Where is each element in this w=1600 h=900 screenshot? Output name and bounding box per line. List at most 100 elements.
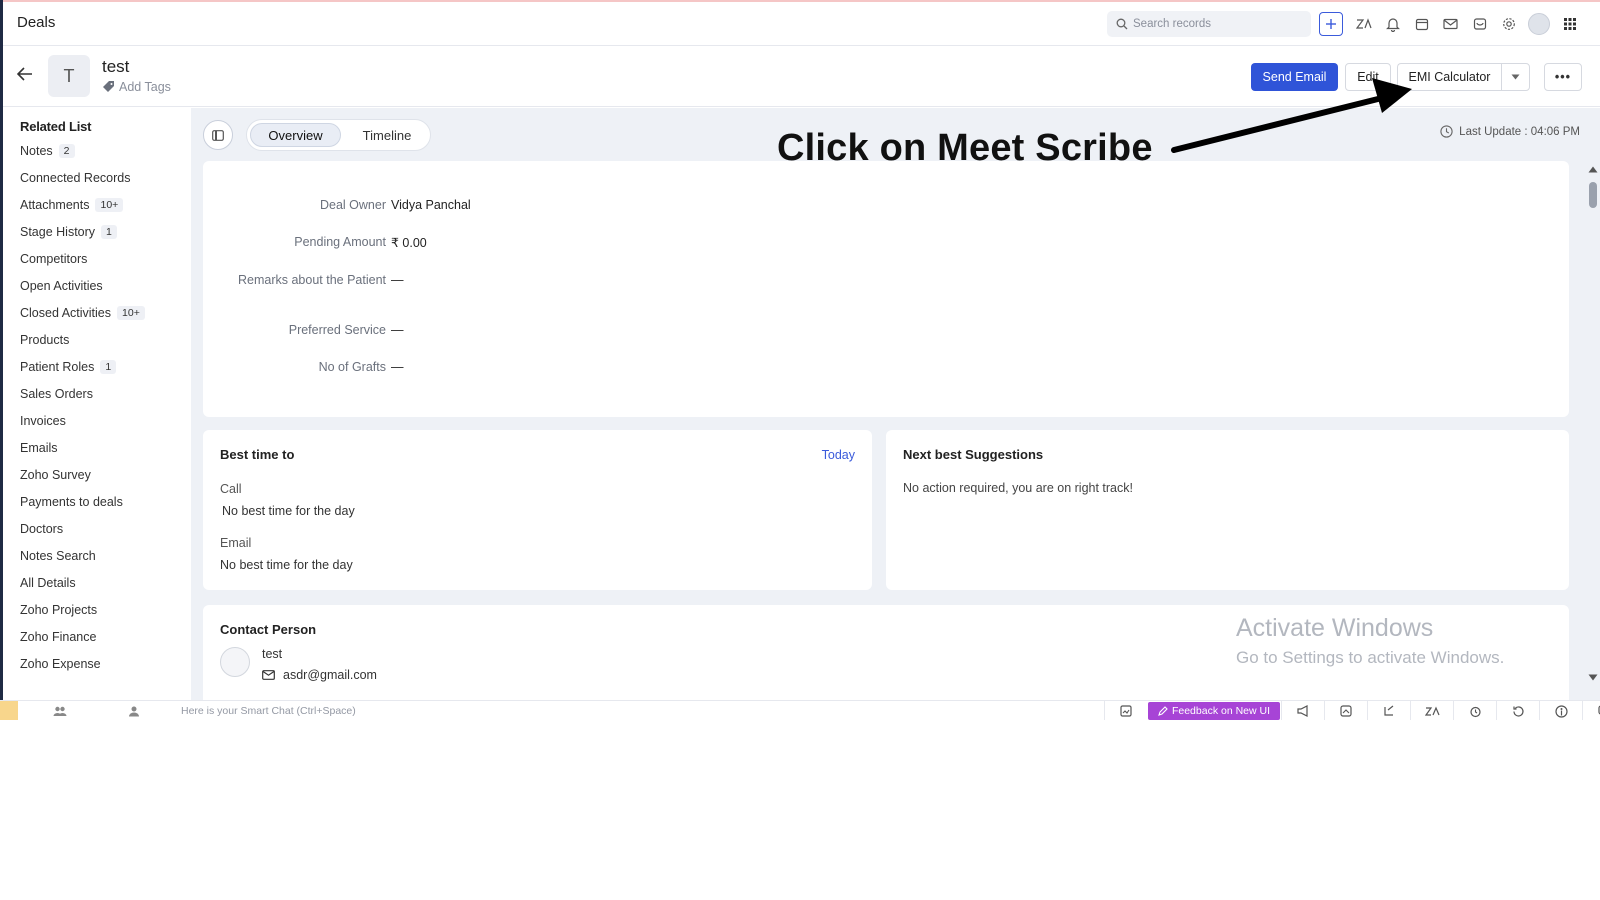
record-avatar: T bbox=[48, 55, 90, 97]
sidebar-item-attachments[interactable]: Attachments 10+ bbox=[20, 196, 124, 214]
accessibility-icon[interactable] bbox=[1539, 701, 1582, 720]
convert-icon[interactable] bbox=[1367, 701, 1410, 720]
sidebar-item-notes[interactable]: Notes 2 bbox=[20, 142, 75, 160]
next-best-title: Next best Suggestions bbox=[903, 447, 1044, 462]
contact-icon[interactable] bbox=[128, 704, 140, 720]
last-update-text: Last Update : 04:06 PM bbox=[1459, 125, 1580, 138]
tab-overview[interactable]: Overview bbox=[250, 123, 341, 147]
mail-icon bbox=[262, 670, 275, 680]
bell-icon[interactable] bbox=[1378, 12, 1407, 36]
sidebar-item-sales-orders[interactable]: Sales Orders bbox=[20, 385, 93, 403]
activate-windows-title: Activate Windows bbox=[1236, 614, 1434, 642]
sidebar-item-stage-history[interactable]: Stage History 1 bbox=[20, 223, 117, 241]
record-header: T test Add Tags Send Email Edit EMI Calc… bbox=[3, 47, 1600, 107]
sidebar-item-label: Sales Orders bbox=[20, 387, 93, 401]
contact-email[interactable]: asdr@gmail.com bbox=[283, 668, 377, 682]
call-value: No best time for the day bbox=[222, 504, 355, 518]
sidebar-item-label: Notes bbox=[20, 144, 53, 158]
sidebar-item-notes-search[interactable]: Notes Search bbox=[20, 547, 96, 565]
module-title: Deals bbox=[17, 14, 56, 31]
gear-icon[interactable] bbox=[1494, 12, 1523, 36]
search-icon bbox=[1116, 18, 1128, 30]
sidebar-item-products[interactable]: Products bbox=[20, 331, 69, 349]
history-icon[interactable] bbox=[1496, 701, 1539, 720]
contact-name[interactable]: test bbox=[262, 647, 282, 661]
sidebar-item-payments-to-deals[interactable]: Payments to deals bbox=[20, 493, 123, 511]
zia-icon[interactable] bbox=[1410, 701, 1453, 720]
sidebar-item-patient-roles[interactable]: Patient Roles 1 bbox=[20, 358, 117, 376]
field-value-pending-amount[interactable]: ₹ 0.00 bbox=[391, 235, 427, 250]
smart-chat-input[interactable]: Here is your Smart Chat (Ctrl+Space) bbox=[181, 705, 356, 717]
user-avatar[interactable] bbox=[1528, 13, 1550, 35]
bottom-tools: Feedback on New UI bbox=[1104, 701, 1600, 720]
last-update: Last Update : 04:06 PM bbox=[1440, 125, 1580, 138]
apps-grid-icon[interactable] bbox=[1555, 12, 1584, 36]
emi-calculator-button[interactable]: EMI Calculator bbox=[1397, 63, 1501, 91]
feedback-button[interactable]: Feedback on New UI bbox=[1148, 702, 1280, 720]
field-label: Preferred Service bbox=[288, 323, 386, 337]
search-input[interactable]: Search records bbox=[1107, 11, 1311, 37]
more-options-button[interactable]: ••• bbox=[1544, 63, 1582, 91]
sidebar-item-connected-records[interactable]: Connected Records bbox=[20, 169, 130, 187]
team-icon[interactable] bbox=[53, 704, 67, 720]
sidebar-item-open-activities[interactable]: Open Activities bbox=[20, 277, 103, 295]
app-window: Deals Search records T test Add Tags Sen… bbox=[0, 0, 1600, 720]
emi-dropdown-button[interactable] bbox=[1501, 63, 1530, 91]
edit-button[interactable]: Edit bbox=[1345, 63, 1391, 91]
field-value-preferred-service[interactable]: — bbox=[391, 323, 404, 337]
bottom-tool-icon[interactable] bbox=[1104, 701, 1147, 720]
tag-icon bbox=[103, 81, 114, 92]
tab-timeline[interactable]: Timeline bbox=[347, 123, 427, 147]
alarm-clock-icon[interactable] bbox=[1453, 701, 1496, 720]
sidebar-item-closed-activities[interactable]: Closed Activities 10+ bbox=[20, 304, 145, 322]
top-icons bbox=[1319, 12, 1584, 36]
sidebar-toggle-icon bbox=[212, 129, 224, 141]
sidebar-item-doctors[interactable]: Doctors bbox=[20, 520, 63, 538]
count-badge: 10+ bbox=[95, 198, 124, 212]
panel-toggle-button[interactable] bbox=[203, 120, 233, 150]
sidebar-item-zoho-finance[interactable]: Zoho Finance bbox=[20, 628, 96, 646]
calendar-icon[interactable] bbox=[1407, 12, 1436, 36]
today-link[interactable]: Today bbox=[822, 448, 855, 462]
scroll-up-icon bbox=[1588, 166, 1598, 173]
field-value-no-of-grafts[interactable]: — bbox=[391, 360, 404, 374]
sidebar-item-label: Products bbox=[20, 333, 70, 347]
next-best-message: No action required, you are on right tra… bbox=[903, 481, 1133, 495]
email-value: No best time for the day bbox=[220, 558, 353, 572]
main-content: Overview Timeline Last Update : 04:06 PM… bbox=[191, 108, 1600, 700]
clock-icon bbox=[1440, 125, 1453, 138]
field-value-remarks[interactable]: — bbox=[391, 273, 404, 287]
megaphone-icon[interactable] bbox=[1281, 701, 1324, 720]
scrollbar-thumb[interactable] bbox=[1589, 182, 1597, 208]
zia-icon[interactable] bbox=[1349, 12, 1378, 36]
count-badge: 1 bbox=[101, 225, 117, 239]
chat-icon[interactable] bbox=[1582, 701, 1600, 720]
sidebar-item-label: Closed Activities bbox=[20, 306, 112, 320]
contact-avatar bbox=[220, 647, 250, 677]
scrollbar[interactable] bbox=[1586, 160, 1600, 692]
field-value-deal-owner[interactable]: Vidya Panchal bbox=[391, 198, 471, 212]
related-list-title: Related List bbox=[20, 119, 92, 134]
bottom-accent bbox=[0, 701, 18, 720]
best-time-card: Best time to Today Call No best time for… bbox=[203, 430, 872, 590]
send-email-button[interactable]: Send Email bbox=[1251, 63, 1338, 91]
sidebar-item-label: Connected Records bbox=[20, 171, 131, 185]
back-arrow-icon[interactable] bbox=[16, 67, 33, 86]
field-label: Remarks about the Patient bbox=[238, 273, 386, 287]
sidebar-item-label: All Details bbox=[20, 576, 76, 590]
sidebar-item-label: Doctors bbox=[20, 522, 64, 536]
sidebar-item-label: Zoho Finance bbox=[20, 630, 97, 644]
sidebar-item-emails[interactable]: Emails bbox=[20, 439, 58, 457]
sidebar-item-all-details[interactable]: All Details bbox=[20, 574, 76, 592]
add-tags-link[interactable]: Add Tags bbox=[102, 80, 171, 94]
sidebar-item-zoho-survey[interactable]: Zoho Survey bbox=[20, 466, 91, 484]
marketplace-icon[interactable] bbox=[1465, 12, 1494, 36]
sidebar-item-zoho-projects[interactable]: Zoho Projects bbox=[20, 601, 97, 619]
create-plus-icon[interactable] bbox=[1319, 12, 1343, 36]
feedback-label: Feedback on New UI bbox=[1171, 705, 1271, 717]
image-edit-icon[interactable] bbox=[1324, 701, 1367, 720]
mail-icon[interactable] bbox=[1436, 12, 1465, 36]
sidebar-item-competitors[interactable]: Competitors bbox=[20, 250, 87, 268]
sidebar-item-invoices[interactable]: Invoices bbox=[20, 412, 66, 430]
sidebar-item-zoho-expense[interactable]: Zoho Expense bbox=[20, 655, 101, 673]
